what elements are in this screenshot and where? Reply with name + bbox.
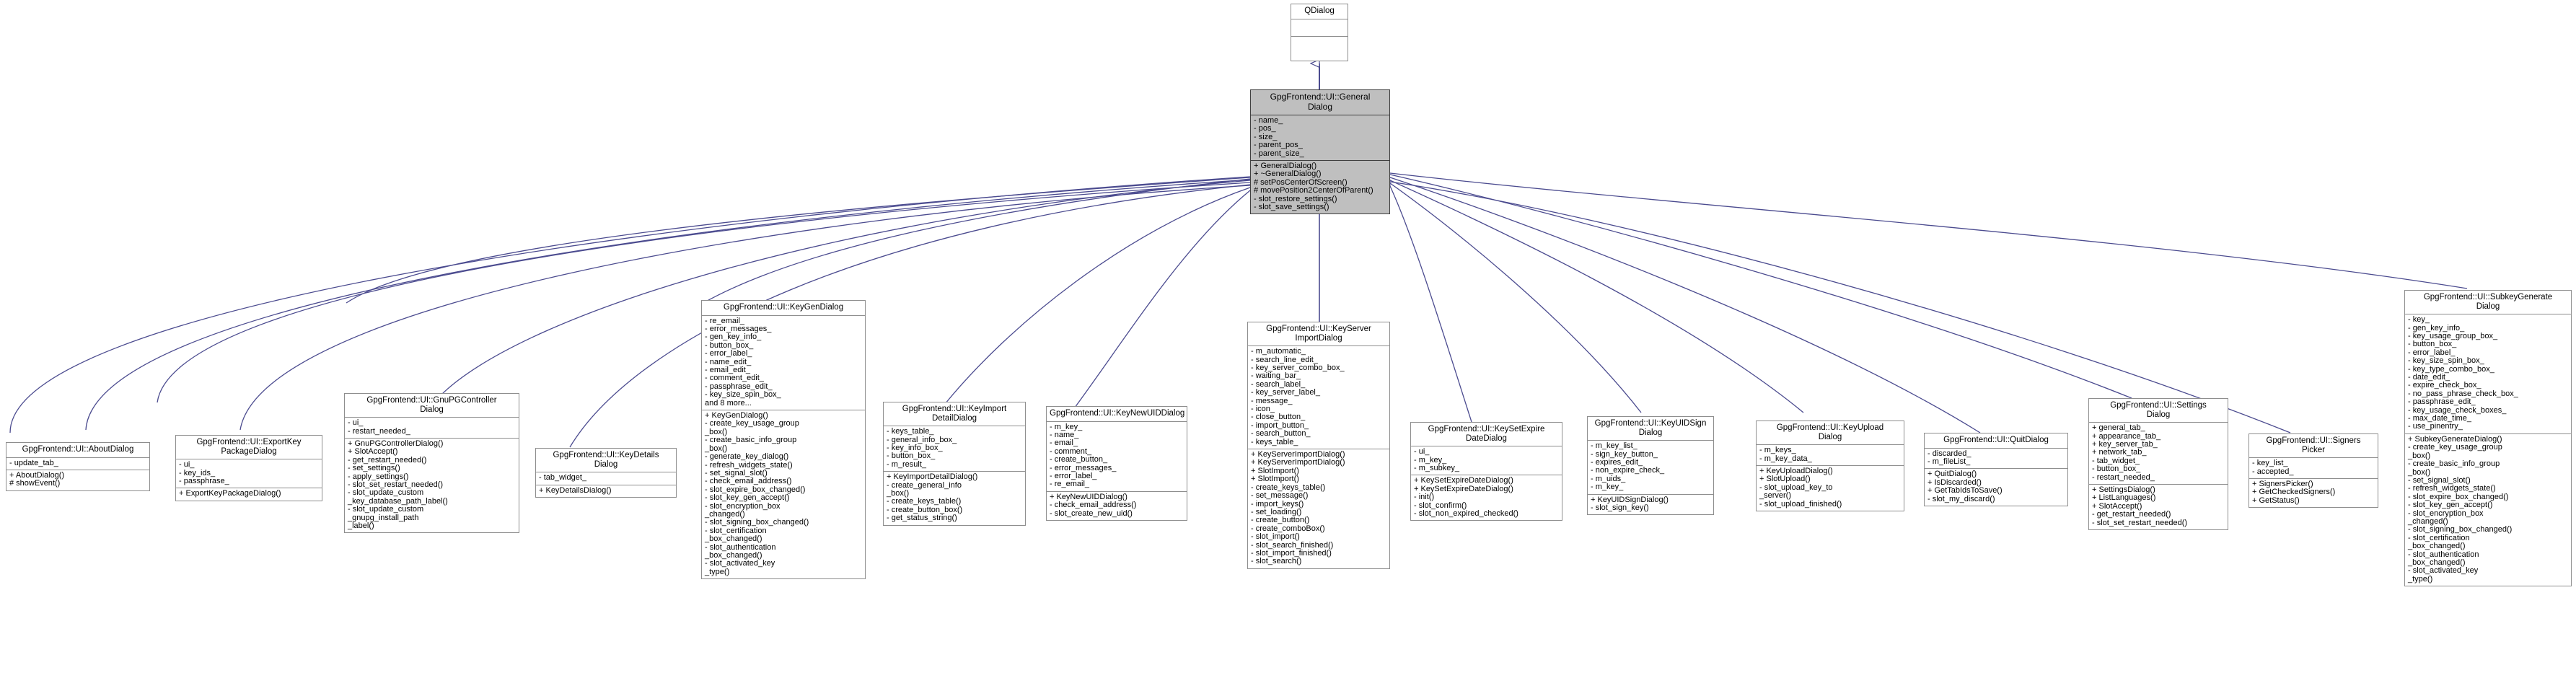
class-operations-key-new-uid-dialog: + KeyNewUIDDialog() - check_email_addres… (1050, 492, 1137, 518)
class-attributes-key-upload-dialog: - m_keys_ - m_key_data_ (1757, 445, 1904, 466)
class-attributes-export-key-package-dialog: - ui_ - key_ids_ - passphrase_ (176, 459, 322, 489)
class-node-export-key-package-dialog[interactable]: GpgFrontend::UI::ExportKey PackageDialog… (175, 435, 322, 501)
class-attributes-signers-picker: - key_list_ - accepted_ (2249, 458, 2378, 479)
class-operations-signers-picker: + SignersPicker() + GetCheckedSigners() … (2252, 480, 2336, 505)
class-title-key-server-import-dialog: GpgFrontend::UI::KeyServer ImportDialog (1248, 322, 1389, 347)
class-node-key-details-dialog[interactable]: GpgFrontend::UI::KeyDetails Dialog - tab… (535, 448, 677, 498)
class-title-export-key-package-dialog: GpgFrontend::UI::ExportKey PackageDialog (176, 436, 322, 460)
class-node-key-import-detail-dialog[interactable]: GpgFrontend::UI::KeyImport DetailDialog … (883, 402, 1026, 526)
class-attributes-key-server-import-dialog: - m_automatic_ - search_line_edit_ - key… (1248, 346, 1389, 450)
class-node-settings-dialog[interactable]: GpgFrontend::UI::Settings Dialog + gener… (2088, 398, 2228, 531)
class-node-about-dialog[interactable]: GpgFrontend::UI::AboutDialog - update_ta… (6, 442, 150, 491)
class-node-key-upload-dialog[interactable]: GpgFrontend::UI::KeyUpload Dialog - m_ke… (1756, 421, 1904, 512)
class-attributes-key-details-dialog: - tab_widget_ (536, 472, 676, 485)
class-operations-qdialog (1291, 37, 1348, 53)
class-operations-key-gen-dialog: + KeyGenDialog() - create_key_usage_grou… (705, 411, 809, 576)
class-operations-key-set-expire-date-dialog: + KeySetExpireDateDialog() + KeySetExpir… (1414, 476, 1518, 519)
class-attributes-key-gen-dialog: - re_email_ - error_messages_ - gen_key_… (702, 316, 865, 411)
class-attributes-qdialog (1291, 19, 1348, 37)
class-title-subkey-generate-dialog: GpgFrontend::UI::SubkeyGenerate Dialog (2405, 291, 2571, 315)
class-attributes-key-new-uid-dialog: - m_key_ - name_ - email_ - comment_ - c… (1047, 422, 1187, 492)
class-operations-gnupg-controller-dialog: + GnuPGControllerDialog() + SlotAccept()… (348, 439, 448, 531)
class-title-key-import-detail-dialog: GpgFrontend::UI::KeyImport DetailDialog (884, 402, 1025, 427)
class-operations-key-details-dialog: + KeyDetailsDialog() (539, 485, 612, 495)
class-node-gnupg-controller-dialog[interactable]: GpgFrontend::UI::GnuPGController Dialog … (344, 393, 519, 534)
class-node-key-gen-dialog[interactable]: GpgFrontend::UI::KeyGenDialog - re_email… (701, 300, 866, 580)
class-node-qdialog[interactable]: QDialog (1291, 4, 1348, 61)
class-node-key-set-expire-date-dialog[interactable]: GpgFrontend::UI::KeySetExpire DateDialog… (1410, 422, 1562, 521)
class-title-key-new-uid-dialog: GpgFrontend::UI::KeyNewUIDDialog (1047, 407, 1187, 422)
class-node-key-uid-sign-dialog[interactable]: GpgFrontend::UI::KeyUIDSign Dialog - m_k… (1587, 416, 1714, 516)
class-node-general-dialog-body[interactable]: GpgFrontend::UI::General Dialog - name_ … (1250, 89, 1390, 215)
class-operations-key-uid-sign-dialog: + KeyUIDSignDialog() - slot_sign_key() (1591, 495, 1669, 513)
class-operations-subkey-generate-dialog: + SubkeyGenerateDialog() - create_key_us… (2408, 434, 2513, 584)
class-title-signers-picker: GpgFrontend::UI::Signers Picker (2249, 434, 2378, 459)
class-node-key-server-import-dialog[interactable]: GpgFrontend::UI::KeyServer ImportDialog … (1247, 322, 1390, 569)
class-attributes-quit-dialog: - discarded_ - m_fileList_ (1925, 449, 2067, 470)
class-title-qdialog: QDialog (1291, 4, 1348, 19)
class-attributes-settings-dialog: + general_tab_ + appearance_tab_ + key_s… (2089, 423, 2228, 485)
class-title-key-upload-dialog: GpgFrontend::UI::KeyUpload Dialog (1757, 421, 1904, 446)
class-attributes-key-import-detail-dialog: - keys_table_ - general_info_box_ - key_… (884, 426, 1025, 472)
class-node-subkey-generate-dialog[interactable]: GpgFrontend::UI::SubkeyGenerate Dialog -… (2404, 290, 2572, 587)
class-node-key-new-uid-dialog[interactable]: GpgFrontend::UI::KeyNewUIDDialog - m_key… (1046, 406, 1187, 521)
class-node-signers-picker[interactable]: GpgFrontend::UI::Signers Picker - key_li… (2248, 433, 2378, 508)
class-title-general-dialog: GpgFrontend::UI::General Dialog (1251, 90, 1389, 115)
class-operations-export-key-package-dialog: + ExportKeyPackageDialog() (179, 489, 281, 498)
uml-inheritance-diagram: QDialog GpgFrontend::UI::General Dialog … (0, 0, 2576, 678)
class-title-gnupg-controller-dialog: GpgFrontend::UI::GnuPGController Dialog (345, 394, 519, 418)
class-attributes-key-set-expire-date-dialog: - ui_ - m_key_ - m_subkey_ (1411, 446, 1562, 476)
class-operations-key-server-import-dialog: + KeyServerImportDialog() + KeyServerImp… (1251, 450, 1345, 566)
class-operations-key-upload-dialog: + KeyUploadDialog() + SlotUpload() - slo… (1759, 467, 1842, 508)
class-attributes-gnupg-controller-dialog: - ui_ - restart_needed_ (345, 418, 519, 439)
class-title-key-uid-sign-dialog: GpgFrontend::UI::KeyUIDSign Dialog (1588, 417, 1713, 441)
class-node-quit-dialog[interactable]: GpgFrontend::UI::QuitDialog - discarded_… (1924, 433, 2068, 507)
class-title-settings-dialog: GpgFrontend::UI::Settings Dialog (2089, 399, 2228, 423)
class-operations-settings-dialog: + SettingsDialog() + ListLanguages() + S… (2092, 485, 2188, 527)
class-title-key-set-expire-date-dialog: GpgFrontend::UI::KeySetExpire DateDialog (1411, 423, 1562, 447)
class-title-key-gen-dialog: GpgFrontend::UI::KeyGenDialog (702, 301, 865, 316)
class-attributes-general-dialog: - name_ - pos_ - size_ - parent_pos_ - p… (1251, 115, 1389, 162)
class-title-key-details-dialog: GpgFrontend::UI::KeyDetails Dialog (536, 449, 676, 473)
class-attributes-about-dialog: - update_tab_ (6, 458, 149, 470)
class-title-quit-dialog: GpgFrontend::UI::QuitDialog (1925, 433, 2067, 449)
class-attributes-key-uid-sign-dialog: - m_key_list_ - sign_key_button_ - expir… (1588, 441, 1713, 495)
class-operations-quit-dialog: + QuitDialog() + IsDiscarded() + GetTabI… (1927, 470, 2003, 503)
class-attributes-subkey-generate-dialog: - key_ - gen_key_info_ - key_usage_group… (2405, 314, 2571, 434)
class-operations-general-dialog: + GeneralDialog() + ~GeneralDialog() # s… (1251, 161, 1389, 214)
class-title-about-dialog: GpgFrontend::UI::AboutDialog (6, 443, 149, 458)
class-operations-about-dialog: + AboutDialog() # showEvent() (9, 471, 65, 488)
class-operations-key-import-detail-dialog: + KeyImportDetailDialog() - create_gener… (887, 472, 978, 523)
